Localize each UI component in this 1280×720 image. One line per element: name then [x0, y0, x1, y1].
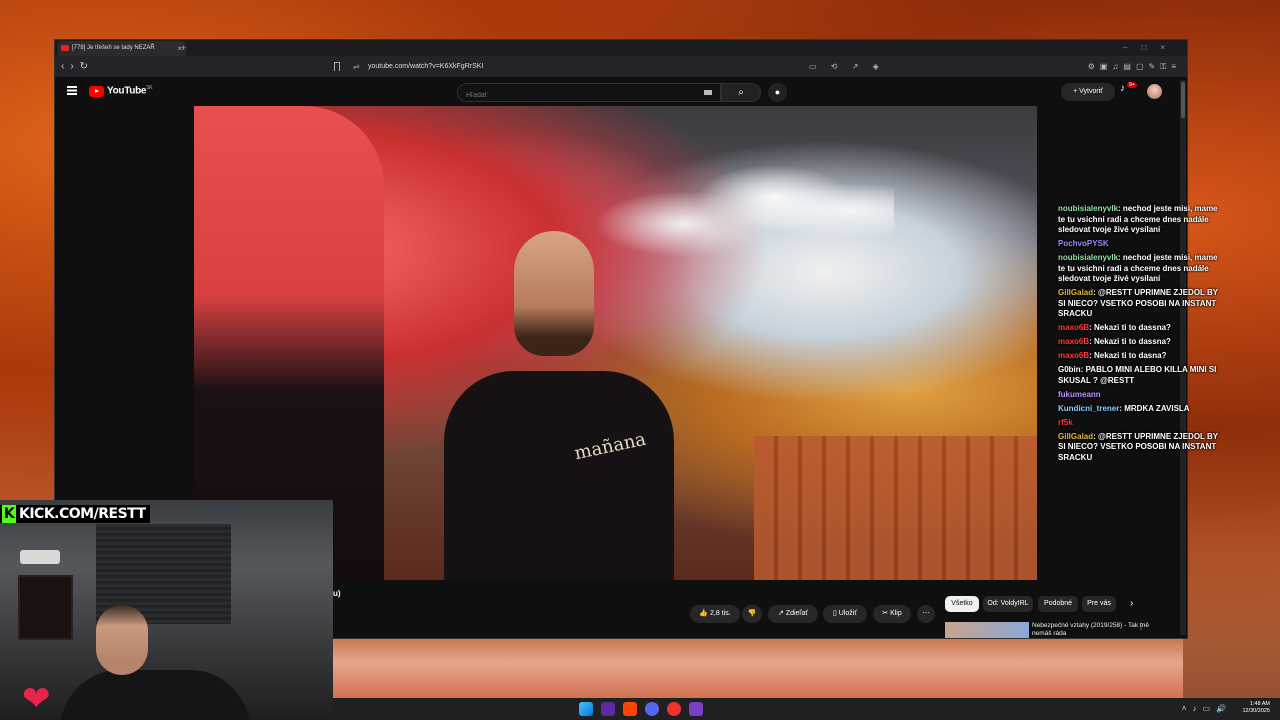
dislike-button[interactable]: 👎: [742, 605, 762, 623]
chat-message: maxo6B: Nekazi ti to dasna?: [1058, 351, 1167, 360]
clip-button[interactable]: ✂ Klip: [873, 605, 911, 623]
chat-text: Nekazi ti to dassna?: [1094, 337, 1171, 346]
youtube-favicon-icon: [61, 45, 69, 51]
chip-for-you[interactable]: Pre vás: [1082, 596, 1116, 612]
air-conditioner: [20, 550, 60, 564]
share-button[interactable]: ↗ Zdieľať: [768, 605, 818, 623]
start-icon[interactable]: [579, 702, 593, 716]
chat-username: maxo6B: [1058, 337, 1090, 346]
chat-text: Nekazi ti to dassna?: [1094, 323, 1171, 332]
chat-username: G0bin: [1058, 365, 1081, 374]
notifications-bell-icon[interactable]: ♪: [1120, 83, 1125, 94]
search-box: [457, 83, 721, 104]
tab-title: [778] Je třešeň se tady NEZAŘ: [72, 45, 155, 51]
windows-taskbar: ˄♪▭🔊 1:48 AM 12/30/2025: [333, 698, 1280, 720]
keyboard-icon[interactable]: [704, 90, 712, 95]
chat-message: maxo6B: Nekazi ti to dassna?: [1058, 337, 1171, 346]
page-action-icons[interactable]: ▭ ⟲ ↗ ◈: [809, 56, 885, 78]
window-controls[interactable]: –□×: [1123, 40, 1179, 56]
chat-username: PochvoPYSK: [1058, 239, 1109, 248]
youtube-logo-text[interactable]: YouTubeSK: [107, 85, 153, 96]
more-actions-icon[interactable]: ⋯: [917, 605, 935, 623]
heart-icon: ❤: [22, 680, 51, 718]
chat-message: GillGalad: @RESTT UPRIMNE ZJEDOL BY SI N…: [1058, 288, 1218, 318]
market-crates: [754, 436, 1037, 580]
new-tab-icon[interactable]: +: [181, 40, 186, 56]
video-title-fragment: u): [333, 589, 341, 598]
chat-username: maxo6B: [1058, 323, 1090, 332]
chat-username: rf5k: [1058, 417, 1073, 427]
streamer-shirt: [60, 670, 250, 720]
chip-related[interactable]: Podobné: [1038, 596, 1078, 612]
discord-icon[interactable]: [645, 702, 659, 716]
kick-url-badge: K KICK.COM/RESTT: [0, 505, 150, 523]
chat-username: Kundicni_trener: [1058, 403, 1120, 413]
browser-app-icon[interactable]: [623, 702, 637, 716]
chat-message: PochvoPYSK: [1058, 239, 1226, 250]
create-button[interactable]: + Vytvoriť: [1061, 83, 1115, 101]
youtube-header: YouTubeSK ⌕ ● + Vytvoriť ♪ 9+: [55, 78, 1187, 106]
streamer-face: [96, 605, 148, 675]
recommendation-thumbnail[interactable]: [945, 622, 1029, 638]
recommendation-title[interactable]: Nebezpečné vztahy (2019/258) - Tak mě ne…: [1032, 622, 1150, 638]
webcam-overlay: ❤: [0, 500, 333, 720]
like-button[interactable]: 👍 2,8 tis.: [690, 605, 740, 623]
clock[interactable]: 1:48 AM 12/30/2025: [1242, 701, 1270, 715]
chat-text: Nekazi ti to dasna?: [1094, 351, 1167, 360]
chat-username: GillGalad: [1058, 431, 1094, 441]
bearded-man-shirt: [444, 371, 674, 580]
bearded-man: mañana: [444, 231, 674, 580]
chat-message: fukumeann: [1058, 390, 1226, 401]
chip-from-channel[interactable]: Od: VoldyIRL: [983, 596, 1033, 612]
chip-all[interactable]: Všetko: [945, 596, 979, 612]
chat-message: GillGalad: @RESTT UPRIMNE ZJEDOL BY SI N…: [1058, 431, 1218, 462]
search-input[interactable]: [458, 87, 658, 104]
chat-username: maxo6B: [1058, 351, 1090, 360]
search-button[interactable]: ⌕: [721, 83, 761, 102]
recommendation-menu-icon[interactable]: ⋮: [1137, 622, 1145, 631]
chat-message: noubisialenyvlk: nechod jeste misi, mame…: [1058, 253, 1218, 283]
chat-text: PABLO MINI ALEBO KILLA MINI SI SKUSAL ? …: [1058, 365, 1217, 385]
chat-message: noubisialenyvlk: nechod jeste misi, mame…: [1058, 204, 1218, 234]
chat-username: noubisialenyvlk: [1058, 253, 1119, 262]
tab-bar: [778] Je třešeň se tady NEZAŘ × + –□×: [55, 40, 1187, 56]
save-button[interactable]: ▯ Uložiť: [823, 605, 867, 623]
app-icon-1[interactable]: [601, 702, 615, 716]
chat-message: G0bin: PABLO MINI ALEBO KILLA MINI SI SK…: [1058, 365, 1217, 385]
app-icon-4[interactable]: [667, 702, 681, 716]
chat-username: GillGalad: [1058, 288, 1094, 297]
chat-message: maxo6B: Nekazi ti to dassna?: [1058, 323, 1171, 332]
youtube-logo-icon[interactable]: [89, 86, 104, 97]
wall-picture: [18, 575, 73, 640]
account-avatar[interactable]: [1147, 84, 1162, 99]
address-bar: ‹›↻ ⇌ youtube.com/watch?v=K6XkFgRrSKI ▭ …: [55, 56, 1187, 78]
chat-username: fukumeann: [1058, 389, 1101, 399]
menu-icon[interactable]: [67, 86, 77, 88]
nav-buttons[interactable]: ‹›↻: [61, 56, 94, 78]
chat-username: noubisialenyvlk: [1058, 204, 1119, 213]
notification-count: 9+: [1127, 82, 1137, 88]
chevron-right-icon[interactable]: ›: [1130, 596, 1133, 612]
extension-icons[interactable]: ⚙▣♫▤▢✎⚿≡: [1088, 56, 1181, 78]
browser-tab[interactable]: [778] Je třešeň se tady NEZAŘ ×: [58, 41, 186, 56]
site-info-icon[interactable]: ⇌: [353, 56, 360, 78]
chat-message: Kundicni_trener: MRDKA ZAVISLA: [1058, 403, 1190, 413]
chat-text: MRDKA ZAVISLA: [1124, 403, 1190, 413]
bookmark-icon[interactable]: [334, 62, 340, 71]
bearded-man-head: [514, 231, 594, 356]
chat-message: rf5k: [1058, 418, 1226, 429]
app-icon-5[interactable]: [689, 702, 703, 716]
microphone-icon[interactable]: ●: [768, 83, 787, 102]
url-field[interactable]: youtube.com/watch?v=K6XkFgRrSKI: [368, 56, 483, 78]
stream-chat-overlay: noubisialenyvlk: nechod jeste misi, mame…: [1058, 204, 1226, 467]
system-tray[interactable]: ˄♪▭🔊: [1182, 698, 1232, 720]
leaf-ground: [333, 638, 1183, 698]
